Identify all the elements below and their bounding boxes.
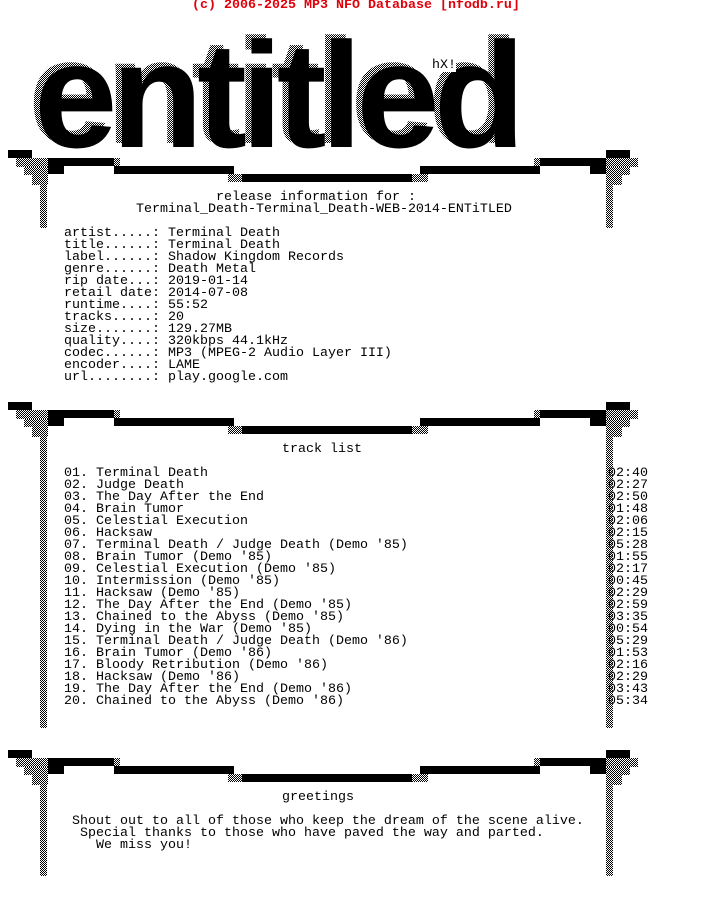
- divider-dither: [606, 758, 638, 767]
- info-value: play.google.com: [167, 370, 288, 385]
- divider-bar: [590, 166, 606, 174]
- logo-tag: hX!: [432, 58, 456, 73]
- divider-bar: [420, 166, 540, 174]
- divider-dither: [606, 158, 638, 167]
- divider-bar: [606, 150, 630, 158]
- divider-bar: [540, 758, 606, 766]
- divider-bar: [48, 766, 64, 774]
- divider-bar: [420, 418, 540, 426]
- track-title: Celestial Execution: [96, 514, 248, 529]
- divider-dither: [606, 767, 630, 775]
- divider-dither: [606, 167, 630, 175]
- divider-dither: [228, 426, 242, 434]
- divider-bar: [590, 766, 606, 774]
- divider-dither: [40, 785, 47, 876]
- release-name: Terminal_Death-Terminal_Death-WEB-2014-E…: [136, 202, 512, 217]
- divider-dither: [32, 775, 48, 785]
- divider-bar: [48, 418, 64, 426]
- divider-dither: [606, 427, 622, 437]
- release-info: artist.....: Terminal Death title......: …: [64, 227, 392, 385]
- divider-dither: [606, 775, 622, 785]
- divider-dither: [114, 158, 120, 166]
- divider-dither: [24, 767, 48, 775]
- divider-bar: [8, 750, 32, 758]
- divider-bar: [48, 758, 114, 766]
- logo: entitled entitled hX!: [0, 16, 712, 170]
- divider-dither: [228, 174, 242, 182]
- divider-dither: [40, 185, 47, 228]
- track-row: 20. Chained to the Abyss (Demo '86) 05:34: [64, 694, 648, 709]
- divider-dither: [412, 426, 428, 434]
- divider-dither: [412, 774, 428, 782]
- track-title: Chained to the Abyss (Demo '86): [96, 694, 344, 709]
- divider-bar: [242, 174, 412, 182]
- divider-dither: [32, 427, 48, 437]
- divider-bar: [114, 166, 234, 174]
- divider-dither: [606, 785, 613, 876]
- greetings-heading: greetings: [282, 790, 354, 805]
- divider-bar: [114, 418, 234, 426]
- divider-bar: [48, 410, 114, 418]
- divider-dither: [16, 158, 48, 167]
- info-value: MP3 (MPEG-2 Audio Layer III): [167, 346, 392, 361]
- track-number: 20.: [64, 694, 88, 709]
- divider-bar: [48, 166, 64, 174]
- divider-dither: [606, 175, 622, 185]
- divider-dither: [40, 437, 47, 728]
- divider-bar: [540, 410, 606, 418]
- tracklist: 01. Terminal Death 02:40 02. Judge Death 02:2…: [64, 467, 648, 709]
- divider-dither: [24, 167, 48, 175]
- divider-bar: [114, 766, 234, 774]
- divider-dither: [412, 174, 428, 182]
- divider-bar: [8, 402, 32, 410]
- tracklist-heading: track list: [282, 442, 362, 457]
- greetings-line: We miss you!: [96, 838, 192, 853]
- divider-dither: [114, 758, 120, 766]
- divider-bar: [590, 418, 606, 426]
- divider-dither: [606, 419, 630, 427]
- divider-dither: [32, 175, 48, 185]
- divider-bar: [48, 158, 114, 166]
- info-row: url........: play.google.com: [64, 370, 392, 385]
- divider-bar: [242, 774, 412, 782]
- track-duration: 05:34: [608, 694, 648, 709]
- divider-dither: [228, 774, 242, 782]
- divider-dither: [16, 758, 48, 767]
- divider-bar: [8, 150, 32, 158]
- divider-dither: [606, 185, 613, 228]
- divider-dither: [606, 410, 638, 419]
- divider-dither: [114, 410, 120, 418]
- divider-dither: [16, 410, 48, 419]
- divider-dither: [24, 419, 48, 427]
- divider-bar: [242, 426, 412, 434]
- divider-bar: [606, 402, 630, 410]
- divider-bar: [420, 766, 540, 774]
- divider-bar: [540, 158, 606, 166]
- divider-bar: [606, 750, 630, 758]
- logo-text: entitled: [34, 11, 525, 179]
- info-label: url........:: [64, 370, 160, 385]
